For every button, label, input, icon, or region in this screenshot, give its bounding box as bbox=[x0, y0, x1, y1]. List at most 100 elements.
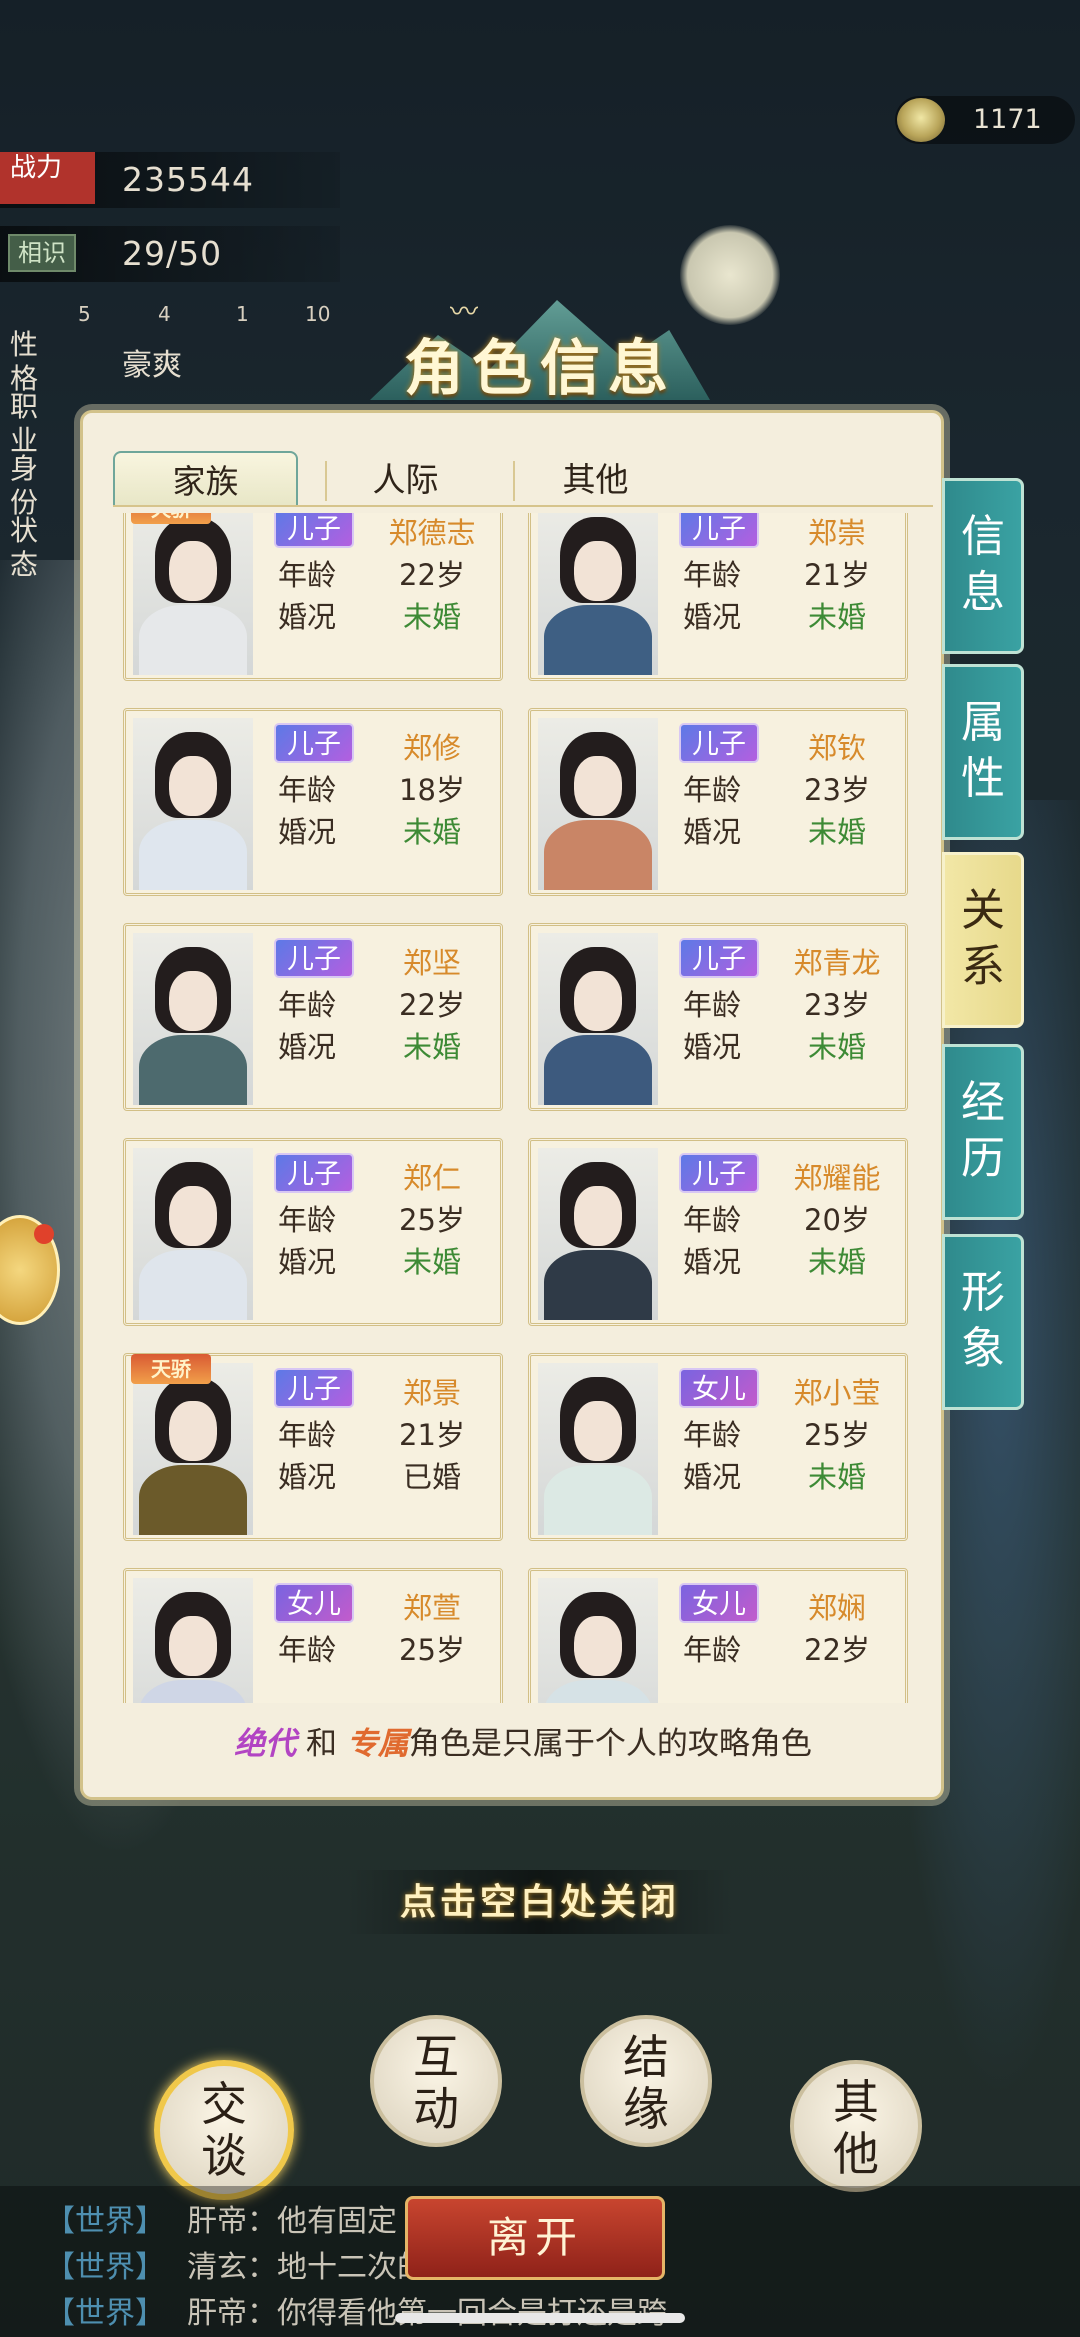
portrait-face bbox=[169, 541, 217, 601]
portrait-face bbox=[574, 541, 622, 601]
panel-title-banner: 角色信息 bbox=[330, 300, 750, 410]
age-label: 年龄 bbox=[278, 773, 337, 807]
role-tag: 儿子 bbox=[274, 938, 354, 978]
tab-family[interactable]: 家族 bbox=[113, 451, 298, 507]
footnote-rest: 角色是只属于个人的攻略角色 bbox=[408, 1726, 812, 1762]
footnote-zhuanshu: 专属 bbox=[346, 1726, 409, 1762]
gem-count: 4 bbox=[158, 302, 171, 326]
tea-bowl-icon bbox=[897, 98, 945, 142]
footnote: 绝代 和 专属角色是只属于个人的攻略角色 bbox=[163, 1718, 883, 1763]
marriage-label: 婚况 bbox=[278, 600, 337, 634]
tab-underline bbox=[113, 505, 933, 507]
family-member-card[interactable]: 儿子 郑崇 年龄 21岁 婚况 未婚 bbox=[528, 513, 908, 681]
marriage-value: 未婚 bbox=[402, 1245, 461, 1279]
portrait-robe bbox=[139, 1035, 247, 1105]
tab-social[interactable]: 人际 bbox=[313, 451, 498, 507]
chat-line: 【世界】 清玄：地十二次的 bbox=[45, 2242, 427, 2286]
gem-count: 1 bbox=[236, 302, 249, 326]
portrait-face bbox=[169, 1616, 217, 1676]
side-tab-info[interactable]: 信息 bbox=[942, 478, 1024, 654]
family-member-card[interactable]: 天骄 儿子 郑景 年龄 21岁 婚况 已婚 bbox=[123, 1353, 503, 1541]
side-tab-history[interactable]: 经历 bbox=[942, 1044, 1024, 1220]
leave-button[interactable]: 离开 bbox=[405, 2196, 665, 2280]
acquaint-value: 29/50 bbox=[122, 234, 223, 273]
marriage-value: 未婚 bbox=[402, 1030, 461, 1064]
bond-label: 结缘 bbox=[623, 2030, 669, 2136]
chat-channel: 【世界】 bbox=[45, 2250, 165, 2285]
member-name: 郑坚 bbox=[402, 946, 461, 980]
age-value: 25岁 bbox=[804, 1418, 870, 1452]
currency-display[interactable]: 1171 bbox=[895, 96, 1075, 144]
age-label: 年龄 bbox=[278, 988, 337, 1022]
chat-channel: 【世界】 bbox=[45, 2204, 165, 2239]
other-label: 其他 bbox=[833, 2075, 879, 2181]
marriage-label: 婚况 bbox=[278, 815, 337, 849]
footnote-join: 和 bbox=[306, 1726, 337, 1762]
age-value: 21岁 bbox=[804, 558, 870, 592]
member-portrait bbox=[538, 933, 658, 1105]
age-value: 23岁 bbox=[804, 773, 870, 807]
family-member-card[interactable]: 儿子 郑坚 年龄 22岁 婚况 未婚 bbox=[123, 923, 503, 1111]
acquaint-stat: 相识 29/50 bbox=[0, 226, 340, 278]
member-portrait bbox=[538, 1578, 658, 1703]
role-tag: 儿子 bbox=[679, 723, 759, 763]
notification-dot bbox=[34, 1224, 54, 1244]
age-value: 18岁 bbox=[399, 773, 465, 807]
age-label: 年龄 bbox=[278, 1418, 337, 1452]
portrait-robe bbox=[139, 820, 247, 890]
bond-button[interactable]: 结缘 bbox=[580, 2015, 712, 2147]
marriage-value: 未婚 bbox=[807, 1245, 866, 1279]
family-member-card[interactable]: 女儿 郑萱 年龄 25岁 bbox=[123, 1568, 503, 1703]
role-tag: 儿子 bbox=[679, 938, 759, 978]
personality-value: 豪爽 bbox=[122, 348, 182, 383]
side-tab-attributes[interactable]: 属性 bbox=[942, 664, 1024, 840]
marriage-value: 未婚 bbox=[402, 600, 461, 634]
portrait-robe bbox=[544, 1035, 652, 1105]
member-name: 郑耀能 bbox=[793, 1161, 881, 1195]
tab-other[interactable]: 其他 bbox=[503, 451, 688, 507]
portrait-face bbox=[574, 1186, 622, 1246]
family-member-card[interactable]: 儿子 郑耀能 年龄 20岁 婚况 未婚 bbox=[528, 1138, 908, 1326]
portrait-robe bbox=[139, 605, 247, 675]
marriage-label: 婚况 bbox=[278, 1245, 337, 1279]
age-value: 20岁 bbox=[804, 1203, 870, 1237]
member-portrait bbox=[133, 513, 253, 675]
chat-line: 【世界】 肝帝：他有固定 bbox=[45, 2196, 397, 2240]
age-label: 年龄 bbox=[683, 558, 742, 592]
marriage-value: 已婚 bbox=[402, 1460, 461, 1494]
portrait-robe bbox=[544, 1465, 652, 1535]
talk-button[interactable]: 交谈 bbox=[154, 2060, 294, 2200]
family-member-card[interactable]: 儿子 郑钦 年龄 23岁 婚况 未婚 bbox=[528, 708, 908, 896]
family-member-card[interactable]: 女儿 郑娴 年龄 22岁 bbox=[528, 1568, 908, 1703]
family-member-card[interactable]: 儿子 郑仁 年龄 25岁 婚况 未婚 bbox=[123, 1138, 503, 1326]
side-tab-appearance[interactable]: 形象 bbox=[942, 1234, 1024, 1410]
other-button[interactable]: 其他 bbox=[790, 2060, 922, 2192]
bird-decoration: 〰 bbox=[450, 295, 479, 328]
gem-count: 10 bbox=[305, 302, 331, 326]
close-hint[interactable]: 点击空白处关闭 bbox=[345, 1870, 735, 1934]
portrait-robe bbox=[544, 1680, 652, 1703]
member-name: 郑娴 bbox=[807, 1591, 866, 1625]
interact-button[interactable]: 互动 bbox=[370, 2015, 502, 2147]
member-name: 郑钦 bbox=[807, 731, 866, 765]
family-member-list[interactable]: 天骄儿子郑德志年龄22岁婚况未婚儿子郑崇年龄21岁婚况未婚儿子郑修年龄18岁婚况… bbox=[119, 513, 919, 1703]
age-value: 22岁 bbox=[399, 558, 465, 592]
role-tag: 儿子 bbox=[274, 1153, 354, 1193]
character-info-panel: 家族 人际 其他 天骄儿子郑德志年龄22岁婚况未婚儿子郑崇年龄21岁婚况未婚儿子… bbox=[80, 410, 944, 1800]
family-member-card[interactable]: 儿子 郑修 年龄 18岁 婚况 未婚 bbox=[123, 708, 503, 896]
member-name: 郑青龙 bbox=[793, 946, 881, 980]
age-label: 年龄 bbox=[683, 988, 742, 1022]
family-member-card[interactable]: 女儿 郑小莹 年龄 25岁 婚况 未婚 bbox=[528, 1353, 908, 1541]
side-tab-relations[interactable]: 关系 bbox=[942, 852, 1024, 1028]
family-member-card[interactable]: 儿子 郑青龙 年龄 23岁 婚况 未婚 bbox=[528, 923, 908, 1111]
member-portrait bbox=[538, 718, 658, 890]
member-name: 郑萱 bbox=[402, 1591, 461, 1625]
family-member-card[interactable]: 天骄 儿子郑德志年龄 22岁婚况 未婚 bbox=[123, 513, 503, 681]
portrait-face bbox=[574, 1616, 622, 1676]
home-indicator bbox=[395, 2313, 685, 2323]
member-portrait bbox=[133, 1578, 253, 1703]
member-name: 郑小莹 bbox=[793, 1376, 881, 1410]
power-stat: 战力 235544 bbox=[0, 152, 340, 204]
power-label: 战力 bbox=[0, 152, 95, 204]
acquaint-label: 相识 bbox=[8, 234, 76, 272]
